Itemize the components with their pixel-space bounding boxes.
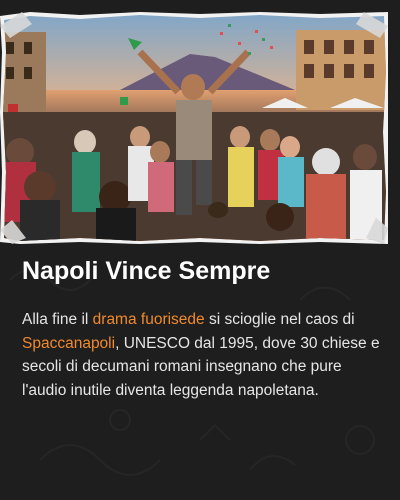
story-card: Napoli Vince Sempre Alla fine il drama f… bbox=[0, 0, 400, 500]
highlight-spaccanapoli: Spaccanapoli bbox=[22, 334, 116, 352]
body-text-part: si scioglie nel caos di bbox=[204, 311, 355, 328]
highlight-drama-fuorisede: drama fuorisede bbox=[92, 311, 205, 328]
body-text-part: Alla fine il bbox=[22, 311, 93, 328]
card-title: Napoli Vince Sempre bbox=[22, 257, 271, 285]
hero-photo bbox=[0, 12, 388, 244]
hero-photo-illustration bbox=[0, 12, 388, 244]
card-body: Alla fine il drama fuorisede si scioglie… bbox=[22, 308, 382, 402]
